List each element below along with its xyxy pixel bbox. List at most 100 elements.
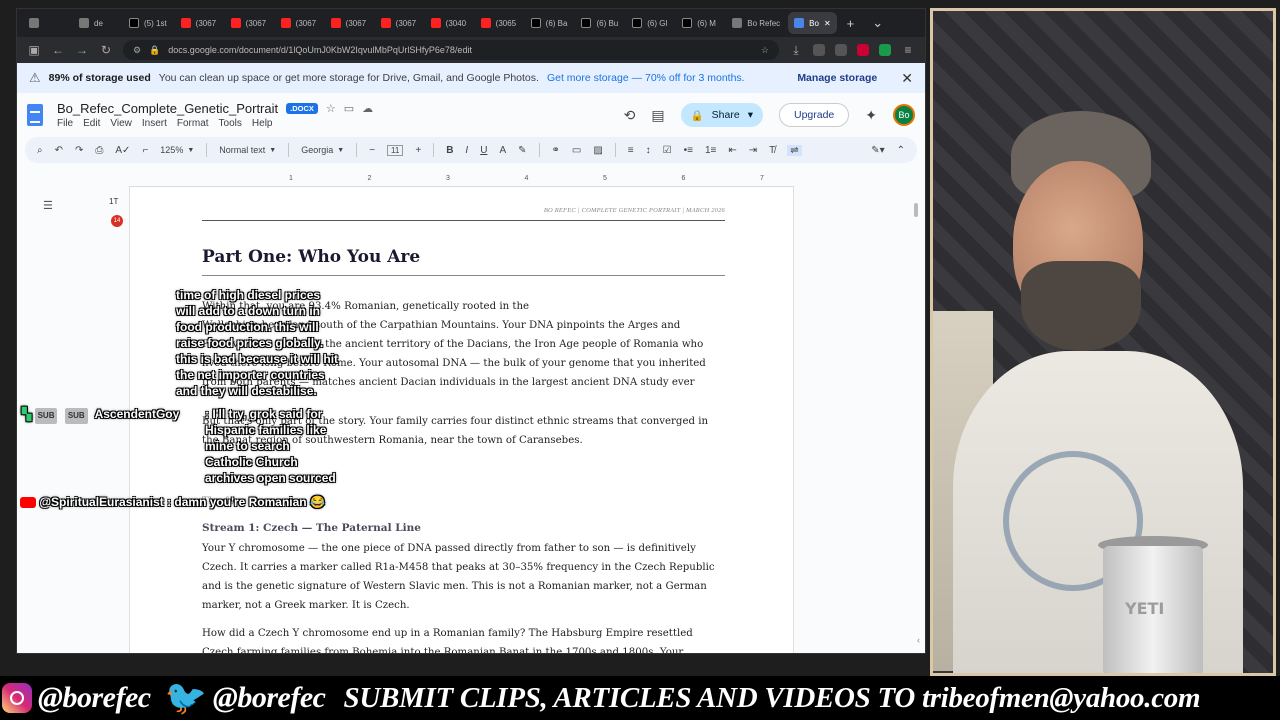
browser-tab[interactable]: (3040	[425, 12, 473, 34]
extension-icon[interactable]	[879, 44, 891, 56]
move-folder-icon[interactable]: ▭	[344, 102, 354, 115]
history-icon[interactable]: ⟲	[624, 107, 636, 124]
youtube-icon	[380, 18, 391, 28]
browser-tab[interactable]: (6) M	[676, 12, 724, 34]
browser-tab[interactable]: (6) Ba	[525, 12, 574, 34]
close-tab-icon[interactable]: ✕	[824, 19, 831, 28]
browser-tab[interactable]: de	[73, 12, 121, 34]
browser-tab[interactable]: (3067	[375, 12, 423, 34]
browser-tab[interactable]: (5) 1st	[123, 12, 173, 34]
edit-mode-icon[interactable]: ✎▾	[871, 145, 884, 156]
address-toolbar: ▣ ← → ↻ ⚙ 🔒 docs.google.com/document/d/1…	[17, 37, 925, 63]
sidebar-toggle-icon[interactable]: ▣	[27, 43, 41, 57]
line-spacing-icon[interactable]: ↕	[646, 145, 651, 156]
translate-icon[interactable]: 1T	[109, 197, 118, 206]
storage-percent: 89% of storage used	[48, 72, 151, 84]
x-icon	[581, 18, 592, 28]
zoom-select[interactable]: 125% ▼	[160, 145, 194, 155]
doc-title[interactable]: Bo_Refec_Complete_Genetic_Portrait	[57, 101, 278, 116]
paint-format-icon[interactable]: ⌐	[142, 145, 148, 156]
menu-edit[interactable]: Edit	[83, 118, 100, 129]
manage-storage-button[interactable]: Manage storage	[797, 72, 877, 84]
warning-icon: ⚠	[29, 70, 41, 85]
text-color-icon[interactable]: A	[499, 145, 506, 156]
gemini-icon[interactable]: ✦	[865, 107, 877, 124]
upgrade-button[interactable]: Upgrade	[778, 103, 850, 127]
address-bar[interactable]: ⚙ 🔒 docs.google.com/document/d/1lQoUmJ0K…	[123, 40, 779, 60]
comment-count-badge[interactable]: 14	[111, 215, 123, 227]
increase-font-icon[interactable]: +	[415, 145, 421, 156]
increase-indent-icon[interactable]: ⇥	[749, 145, 757, 156]
extension-icon[interactable]	[857, 44, 869, 56]
print-icon[interactable]: ⎙	[95, 145, 103, 156]
browser-tab[interactable]	[23, 12, 71, 34]
browser-tab[interactable]: (6) Gl	[626, 12, 674, 34]
menu-help[interactable]: Help	[252, 118, 273, 129]
decrease-indent-icon[interactable]: ⇤	[728, 145, 736, 156]
tab-search-icon[interactable]: ⌄	[864, 15, 891, 31]
chevron-left-icon[interactable]: ‹	[917, 635, 920, 645]
forward-icon[interactable]: →	[75, 43, 89, 57]
image-icon[interactable]: ▨	[593, 145, 602, 156]
spellcheck-icon[interactable]: A✓	[115, 145, 130, 156]
back-icon[interactable]: ←	[51, 43, 65, 57]
chevron-down-icon: ▼	[269, 146, 277, 154]
text-line: archives open sourced	[205, 471, 336, 485]
format-options-icon[interactable]: ⇌	[787, 144, 802, 156]
collapse-menus-icon[interactable]: ⌃	[897, 145, 905, 156]
share-button[interactable]: 🔒 Share ▾	[680, 103, 763, 127]
highlight-icon[interactable]: ✎	[518, 145, 526, 156]
docs-logo-icon[interactable]	[27, 104, 43, 126]
bold-icon[interactable]: B	[446, 145, 453, 156]
font-select[interactable]: Georgia ▼	[301, 145, 344, 155]
clear-format-icon[interactable]: T̸	[769, 145, 775, 156]
site-info-icon[interactable]: ⚙	[133, 45, 141, 56]
numbered-list-icon[interactable]: 1≡	[705, 145, 716, 156]
undo-icon[interactable]: ↶	[55, 145, 63, 156]
menu-file[interactable]: File	[57, 118, 73, 129]
scrollbar[interactable]	[914, 203, 918, 217]
redo-icon[interactable]: ↷	[75, 145, 83, 156]
cloud-status-icon[interactable]: ☁	[362, 102, 373, 115]
browser-tab[interactable]: (6) Bu	[575, 12, 624, 34]
chevron-down-icon[interactable]: ▾	[748, 109, 753, 121]
decrease-font-icon[interactable]: −	[369, 145, 375, 156]
bullet-list-icon[interactable]: •≡	[684, 145, 693, 156]
menu-icon[interactable]: ≡	[901, 43, 915, 57]
new-tab-icon[interactable]: +	[839, 16, 863, 31]
bookmark-star-icon[interactable]: ☆	[761, 45, 769, 56]
extension-icon[interactable]	[835, 44, 847, 56]
extension-icon[interactable]	[813, 44, 825, 56]
align-icon[interactable]: ≡	[628, 145, 634, 156]
browser-tab[interactable]: (3067	[275, 12, 323, 34]
browser-tab[interactable]: Bo Refec	[726, 12, 786, 34]
search-icon[interactable]: ⌕	[37, 145, 43, 156]
browser-tab[interactable]: (3067	[175, 12, 223, 34]
text-line: : I'll try, grok said for	[205, 407, 323, 421]
browser-tab[interactable]: (3067	[225, 12, 273, 34]
menu-tools[interactable]: Tools	[219, 118, 242, 129]
menu-insert[interactable]: Insert	[142, 118, 167, 129]
download-icon[interactable]: ⤓	[789, 43, 803, 58]
checklist-icon[interactable]: ☑	[663, 145, 672, 156]
menu-format[interactable]: Format	[177, 118, 209, 129]
get-storage-link[interactable]: Get more storage — 70% off for 3 months.	[547, 72, 745, 84]
browser-tab[interactable]: (3067	[325, 12, 373, 34]
browser-tab[interactable]: (3065	[475, 12, 523, 34]
reload-icon[interactable]: ↻	[99, 43, 113, 57]
comments-icon[interactable]: ▤	[651, 107, 664, 124]
outline-icon[interactable]: ☰	[43, 199, 53, 212]
style-select[interactable]: Normal text ▼	[219, 145, 276, 155]
star-icon[interactable]: ☆	[326, 102, 336, 115]
close-icon[interactable]: ✕	[901, 70, 913, 87]
font-size-input[interactable]: 11	[387, 144, 404, 156]
underline-icon[interactable]: U	[480, 145, 487, 156]
browser-tab[interactable]: Bo ✕	[788, 12, 837, 34]
link-icon[interactable]: ⚭	[552, 145, 560, 156]
add-comment-icon[interactable]: ▭	[572, 145, 581, 156]
menu-view[interactable]: View	[110, 118, 132, 129]
italic-icon[interactable]: I	[465, 145, 468, 156]
avatar[interactable]: Bo	[893, 104, 915, 126]
text-line: raise food prices globally.	[176, 336, 324, 350]
ruler[interactable]: 1 2 3 4 5 6 7	[129, 175, 794, 187]
